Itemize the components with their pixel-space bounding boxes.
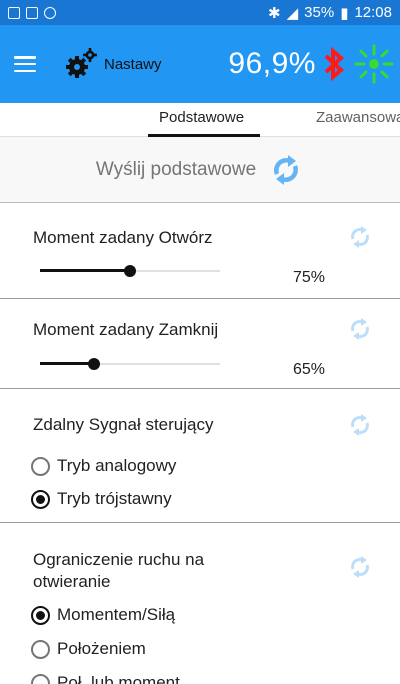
radio-torque-force[interactable]: Momentem/Siłą: [31, 605, 175, 625]
menu-icon[interactable]: [14, 56, 36, 72]
clock: 12:08: [354, 4, 392, 21]
send-basic-row[interactable]: Wyślij podstawowe: [0, 137, 400, 203]
light-indicator-icon: [354, 44, 394, 84]
radio-label: Momentem/Siłą: [57, 605, 176, 624]
voicemail-icon: [26, 6, 38, 19]
radio-button[interactable]: [31, 605, 50, 625]
section-moment-open: Moment zadany Otwórz 75%: [0, 203, 400, 299]
section-moment-close: Moment zadany Zamknij 65%: [0, 299, 400, 389]
notification-icon: [8, 6, 20, 19]
section-remote-signal: Zdalny Sygnał sterujący Tryb analogowy T…: [0, 389, 400, 523]
radio-button[interactable]: [31, 639, 50, 659]
section-title-line2: otwieranie: [33, 572, 111, 591]
radio-three-state-mode[interactable]: Tryb trójstawny: [31, 489, 172, 509]
radio-label: Położeniem: [57, 639, 146, 658]
radio-label: Tryb trójstawny: [57, 489, 172, 508]
radio-analog-mode[interactable]: Tryb analogowy: [31, 456, 176, 476]
section-title: Ograniczenie ruchu na otwieranie: [33, 549, 204, 593]
app-bar: Nastawy 96,9%: [0, 25, 400, 103]
sync-icon[interactable]: [348, 413, 372, 437]
sync-icon[interactable]: [348, 225, 372, 249]
signal-icon: ◢: [286, 4, 299, 22]
tab-zaawansowane[interactable]: Zaawansowa: [316, 109, 400, 126]
sync-icon[interactable]: [348, 317, 372, 341]
battery-percent: 96,9%: [228, 47, 316, 80]
send-basic-button[interactable]: Wyślij podstawowe: [96, 159, 256, 181]
moment-open-slider[interactable]: [40, 261, 220, 281]
slider-thumb[interactable]: [88, 358, 100, 370]
radio-label: Poł. lub moment: [57, 673, 180, 684]
slider-fill: [40, 269, 130, 272]
bluetooth-status-icon: ✱: [268, 4, 281, 22]
section-title-line1: Ograniczenie ruchu na: [33, 550, 205, 569]
battery-icon: ▮: [340, 4, 349, 22]
radio-button[interactable]: [31, 489, 50, 509]
radio-position[interactable]: Położeniem: [31, 639, 146, 659]
app-title: Nastawy: [104, 55, 162, 73]
battery-level: 35%: [304, 4, 335, 21]
sync-icon[interactable]: [348, 555, 372, 579]
tab-podstawowe[interactable]: Podstawowe: [159, 109, 244, 126]
slider-fill: [40, 362, 94, 365]
sync-status-icon: [44, 6, 56, 19]
gears-icon: [66, 48, 97, 78]
tab-bar: Podstawowe Zaawansowa: [0, 103, 400, 137]
bluetooth-icon[interactable]: [322, 46, 346, 82]
section-title: Moment zadany Otwórz: [33, 228, 213, 247]
moment-close-slider[interactable]: [40, 354, 220, 374]
radio-label: Tryb analogowy: [57, 456, 177, 475]
moment-close-value: 65%: [292, 361, 325, 378]
radio-position-or-torque[interactable]: Poł. lub moment: [31, 673, 180, 684]
slider-thumb[interactable]: [124, 265, 136, 277]
section-title: Zdalny Sygnał sterujący: [33, 415, 214, 434]
radio-button[interactable]: [31, 456, 50, 476]
section-title: Moment zadany Zamknij: [33, 320, 219, 339]
sync-icon[interactable]: [268, 152, 304, 188]
status-bar: ✱ ◢ 35% ▮ 12:08: [0, 0, 400, 25]
radio-button[interactable]: [31, 673, 50, 684]
section-motion-limit: Ograniczenie ruchu na otwieranie Momente…: [0, 523, 400, 684]
moment-open-value: 75%: [292, 269, 325, 286]
